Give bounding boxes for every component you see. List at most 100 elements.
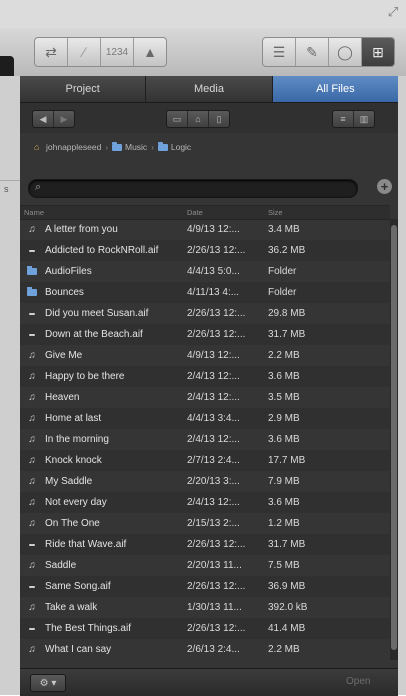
gear-icon: ⚙ ▾ [39, 677, 57, 689]
file-name: Not every day [45, 497, 107, 508]
loop-browser-button[interactable]: ◯ [329, 38, 362, 66]
file-row[interactable]: ♫ Home at last 4/4/13 3:4... 2.9 MB [20, 408, 390, 429]
file-icon: ♫ [27, 392, 37, 403]
cycle-button[interactable]: ⇄ [35, 38, 68, 66]
file-date: 1/30/13 11... [187, 602, 242, 613]
name-column-header[interactable]: Name [24, 208, 44, 217]
file-size: 2.2 MB [268, 644, 300, 655]
navigation-bar: ◀ ▶ ▭ ⌂ ▯ ≡ ▥ [20, 103, 398, 133]
metronome-button[interactable]: ▲ [134, 38, 166, 66]
file-row[interactable]: ♫ Saddle 2/20/13 11... 7.5 MB [20, 555, 390, 576]
breadcrumb-music[interactable]: Music [111, 141, 147, 152]
file-name: Did you meet Susan.aif [45, 308, 149, 319]
media-browser-button[interactable]: ⊞ [362, 38, 394, 66]
search-field[interactable]: ⌕ [28, 179, 358, 198]
tab-all-files[interactable]: All Files [272, 76, 398, 102]
count-in-button[interactable]: 1234 [101, 38, 134, 66]
file-size: 3.5 MB [268, 392, 300, 403]
file-row[interactable]: AudioFiles 4/4/13 5:0... Folder [20, 261, 390, 282]
computer-button[interactable]: ▭ [167, 111, 188, 127]
column-view-icon: ▥ [359, 113, 369, 124]
file-row[interactable]: Bounces 4/11/13 4:... Folder [20, 282, 390, 303]
file-date: 2/4/13 12:... [187, 392, 240, 403]
back-button[interactable]: ◀ [33, 111, 54, 127]
file-row[interactable]: ♫ My Saddle 2/20/13 3:... 7.9 MB [20, 471, 390, 492]
file-icon: ♫ [27, 413, 37, 424]
file-icon [27, 266, 37, 277]
file-name: On The One [45, 518, 100, 529]
file-date: 2/4/13 12:... [187, 497, 240, 508]
breadcrumb-logic-label: Logic [170, 142, 192, 152]
file-row[interactable]: Same Song.aif 2/26/13 12:... 36.9 MB [20, 576, 390, 597]
open-button[interactable]: Open [346, 676, 370, 687]
file-row[interactable]: ♫ Not every day 2/4/13 12:... 3.6 MB [20, 492, 390, 513]
location-group: ▭ ⌂ ▯ [166, 110, 230, 128]
file-row[interactable]: ♫ Give Me 4/9/13 12:... 2.2 MB [20, 345, 390, 366]
tab-project[interactable]: Project [20, 76, 147, 102]
file-row[interactable]: ♫ What I can say 2/6/13 2:4... 2.2 MB [20, 639, 390, 660]
home-button[interactable]: ⌂ [188, 111, 209, 127]
size-column-header[interactable]: Size [268, 208, 283, 217]
folder-icon [27, 287, 37, 296]
file-name: Addicted to RockNRoll.aif [45, 245, 159, 256]
file-row[interactable]: ♫ Take a walk 1/30/13 11... 392.0 kB [20, 597, 390, 618]
file-size: 29.8 MB [268, 308, 306, 319]
file-row[interactable]: ♫ On The One 2/15/13 2:... 1.2 MB [20, 513, 390, 534]
file-row[interactable]: Down at the Beach.aif 2/26/13 12:... 31.7 … [20, 324, 390, 345]
file-icon [27, 245, 37, 256]
file-size: Folder [268, 266, 297, 277]
list-editors-button[interactable]: ☰ [263, 38, 296, 66]
date-column-header[interactable]: Date [187, 208, 203, 217]
file-row[interactable]: ♫ A letter from you 4/9/13 12:... 3.4 MB [20, 219, 390, 240]
file-row[interactable]: ♫ In the morning 2/4/13 12:... 3.6 MB [20, 429, 390, 450]
file-size: 7.9 MB [268, 476, 300, 487]
music-file-icon: ♫ [28, 643, 36, 655]
column-view-button[interactable]: ▥ [354, 111, 374, 127]
list-editors-icon: ☰ [272, 43, 286, 60]
right-edge [398, 76, 406, 695]
file-icon: ♫ [27, 224, 37, 235]
music-file-icon: ♫ [28, 412, 36, 424]
back-arrow-icon: ◀ [39, 113, 47, 124]
resize-icon[interactable]: ⤢ [386, 5, 400, 19]
home-icon: ⌂ [195, 114, 201, 124]
breadcrumb-logic[interactable]: Logic [157, 141, 192, 152]
file-date: 4/9/13 12:... [187, 350, 240, 361]
file-row[interactable]: Did you meet Susan.aif 2/26/13 12:... 29.8… [20, 303, 390, 324]
search-input[interactable] [51, 182, 341, 194]
add-icon[interactable]: + [377, 179, 392, 194]
file-date: 2/20/13 11... [187, 560, 242, 571]
search-icon: ⌕ [35, 181, 42, 193]
document-button[interactable]: ▯ [209, 111, 229, 127]
control-bar: ⇄ ∕ 1234 ▲ ☰ ✎ ◯ ⊞ [0, 28, 406, 104]
file-date: 4/4/13 5:0... [187, 266, 240, 277]
tab-media[interactable]: Media [146, 76, 273, 102]
breadcrumb-home[interactable]: ⌂ johnappleseed [34, 142, 101, 152]
file-row[interactable]: ♫ Knock knock 2/7/13 2:4... 17.7 MB [20, 450, 390, 471]
cycle-icon: ⇄ [45, 43, 57, 60]
notepad-button[interactable]: ✎ [296, 38, 329, 66]
back-forward-group: ◀ ▶ [32, 110, 75, 128]
file-row[interactable]: Ride that Wave.aif 2/26/13 12:... 31.7 MB [20, 534, 390, 555]
loop-browser-icon: ◯ [337, 43, 353, 60]
replace-button[interactable]: ∕ [68, 38, 101, 66]
action-menu-button[interactable]: ⚙ ▾ [30, 674, 66, 692]
folder-icon [157, 141, 168, 151]
app-window: ⤢ ⇄ ∕ 1234 ▲ ☰ ✎ ◯ ⊞ s Project Media All… [0, 0, 406, 696]
file-row[interactable]: ♫ Happy to be there 2/4/13 12:... 3.6 MB [20, 366, 390, 387]
file-name: Home at last [45, 413, 102, 424]
scroll-thumb[interactable] [391, 225, 397, 650]
file-name: Knock knock [45, 455, 102, 466]
list-view-icon: ≡ [340, 114, 346, 124]
file-name: Saddle [45, 560, 77, 571]
file-row[interactable]: Addicted to RockNRoll.aif 2/26/13 12:... 3… [20, 240, 390, 261]
folder-icon [27, 266, 37, 275]
list-view-button[interactable]: ≡ [333, 111, 354, 127]
forward-button[interactable]: ▶ [54, 111, 74, 127]
music-file-icon: ♫ [28, 601, 36, 613]
file-row[interactable]: The Best Things.aif 2/26/13 12:... 41.4 MB [20, 618, 390, 639]
scrollbar[interactable] [390, 219, 398, 660]
folder-icon [111, 141, 122, 151]
file-row[interactable]: ♫ Heaven 2/4/13 12:... 3.5 MB [20, 387, 390, 408]
audio-file-icon [29, 333, 35, 336]
